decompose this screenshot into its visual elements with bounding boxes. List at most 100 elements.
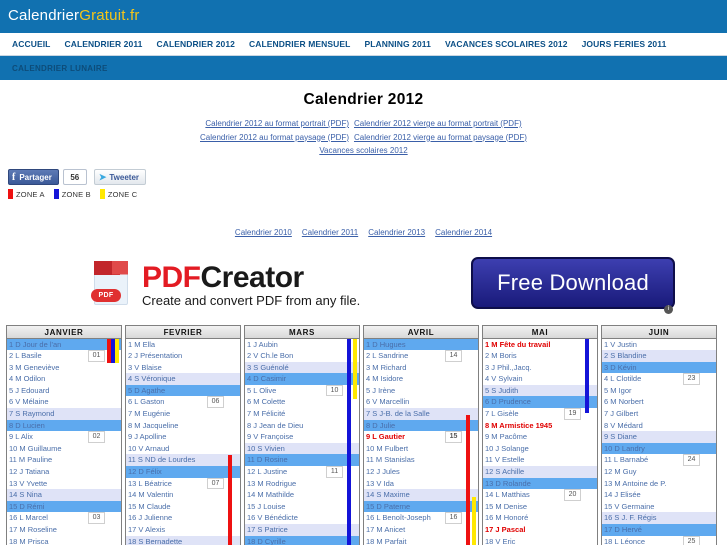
facebook-share-label: Partager (19, 172, 52, 182)
pdf-link-1[interactable]: Calendrier 2012 vierge au format portrai… (354, 119, 522, 128)
day-row: 12 S Achille (483, 466, 597, 478)
month-column-mars: MARS 1 J Aubin 2 V Ch.le Bon 3 S Guénolé 4 D… (244, 324, 360, 545)
day-row: 8 M Jacqueline (128, 420, 179, 430)
day-row: 3 M Geneviève (9, 362, 60, 372)
pdf-link-2[interactable]: Calendrier 2012 au format paysage (PDF) (200, 133, 349, 142)
year-link-1[interactable]: Calendrier 2011 (302, 228, 358, 237)
day-row: 1 V Justin (604, 339, 637, 349)
nav-item-4[interactable]: PLANNING 2011 (364, 39, 431, 49)
nav-item-1[interactable]: CALENDRIER 2011 (64, 39, 142, 49)
month-days: 1 J Aubin 2 V Ch.le Bon 3 S Guénolé 4 D Cas… (245, 338, 359, 545)
facebook-share-button[interactable]: f Partager (8, 169, 59, 185)
year-link-0[interactable]: Calendrier 2010 (235, 228, 292, 237)
day-row: 8 D Julie (364, 419, 478, 432)
twitter-bird-icon: ➤ (98, 171, 107, 182)
day-row: 11 S ND de Lourdes (126, 454, 240, 467)
month-column-fevrier: FEVRIER 1 M Ella 2 J Présentation 3 V Blais… (125, 324, 241, 545)
day-row: 15 D Rémi (7, 500, 121, 513)
advertisement-banner[interactable]: PDF PDFCreator Create and convert PDF fr… (0, 250, 727, 319)
day-row: 3 J Phil.,Jacq. (485, 362, 532, 372)
nav-item-0[interactable]: ACCUEIL (12, 39, 50, 49)
day-row: 6 V Marcellin (366, 397, 410, 407)
day-row: 6 L Gaston 06 (126, 396, 240, 409)
ad-subtitle: Create and convert PDF from any file. (142, 292, 361, 308)
day-row: 10 D Landry (602, 442, 716, 455)
day-row: 2 V Ch.le Bon (247, 351, 294, 361)
pdf-link-0[interactable]: Calendrier 2012 au format portrait (PDF) (205, 119, 349, 128)
nav-item-5[interactable]: VACANCES SCOLAIRES 2012 (445, 39, 568, 49)
ad-info-icon[interactable]: i (664, 304, 673, 314)
day-row: 17 V Alexis (128, 525, 166, 534)
day-row: 8 J Jean de Dieu (247, 420, 304, 430)
day-row: 14 M Valentin (128, 490, 174, 500)
site-logo[interactable]: CalendrierGratuit.fr (8, 7, 140, 24)
week-number: 01 (88, 350, 105, 362)
day-row: 4 M Odilon (9, 374, 46, 384)
ad-text-block: PDFCreator Create and convert PDF from a… (142, 262, 360, 308)
day-row: 9 J Apolline (128, 432, 167, 442)
day-row: 15 M Denise (485, 501, 528, 511)
day-row: 5 M Igor (604, 385, 632, 395)
week-number: 19 (564, 408, 581, 420)
day-row: 11 M Stanislas (366, 455, 415, 465)
week-number: 07 (207, 477, 224, 490)
day-row: 5 D Agathe (126, 384, 240, 397)
primary-navigation: ACCUEIL CALENDRIER 2011 CALENDRIER 2012 CAL… (0, 33, 727, 56)
month-column-janvier: JANVIER 1 D Jour de l'an 2 L Basile 01 3 M G… (6, 324, 122, 545)
day-row: 17 J Pascal (485, 525, 526, 534)
day-row: 5 J Edouard (9, 385, 50, 395)
nav-item-6[interactable]: JOURS FERIES 2011 (582, 39, 667, 49)
month-header: MARS (245, 325, 359, 339)
day-row: 1 D Jour de l'an (7, 338, 121, 351)
day-row: 18 S Bernadette (126, 535, 240, 545)
week-number: 03 (88, 512, 105, 524)
subnav-item-0[interactable]: CALENDRIER LUNAIRE (12, 64, 108, 73)
day-row: 9 V Françoise (247, 432, 294, 442)
page-title: Calendrier 2012 (303, 91, 424, 108)
day-row: 5 L Olive 10 (245, 384, 359, 397)
day-row: 4 L Clotilde 23 (602, 373, 716, 385)
day-row: 13 M Rodrigue (247, 478, 297, 488)
free-download-button[interactable]: Free Download (471, 256, 675, 309)
day-row: 14 J Elisée (604, 490, 641, 500)
day-row: 6 D Prudence (483, 396, 597, 409)
month-column-mai: MAI 1 M Fête du travail 2 M Boris 3 J Phil.… (482, 324, 598, 545)
nav-item-3[interactable]: CALENDRIER MENSUEL (249, 39, 350, 49)
day-row: 15 M Claude (128, 501, 171, 511)
day-row: 7 M Félicité (247, 409, 286, 419)
day-row: 14 M Mathilde (247, 490, 295, 500)
day-row: 16 M Honoré (485, 513, 529, 523)
zone-legend: ZONE A ZONE B ZONE C (0, 189, 727, 200)
day-row: 17 S Patrice (245, 524, 359, 536)
day-row: 3 D Kévin (602, 361, 716, 374)
week-number: 14 (445, 350, 462, 362)
zone-swatch-0 (8, 189, 13, 199)
day-row: 2 L Sandrine 14 (364, 350, 478, 362)
year-link-3[interactable]: Calendrier 2014 (435, 228, 492, 237)
day-row: 8 D Lucien (7, 419, 121, 432)
day-row: 7 M Eugénie (128, 409, 171, 419)
week-number: 25 (683, 535, 700, 545)
pdf-link-4[interactable]: Vacances scolaires 2012 (319, 146, 407, 155)
week-number: 23 (683, 373, 700, 385)
day-row: 12 L Justine 11 (245, 466, 359, 478)
nav-item-2[interactable]: CALENDRIER 2012 (157, 39, 236, 49)
pdf-link-3[interactable]: Calendrier 2012 vierge au format paysage… (354, 133, 527, 142)
ad-title-creator: Creator (200, 260, 305, 294)
zone-label-0: ZONE A (16, 189, 45, 199)
day-row: 4 D Casimir (245, 373, 359, 385)
pdf-link-line: Calendrier 2012 au format portrait (PDF)… (0, 116, 727, 130)
twitter-share-button[interactable]: ➤ Tweeter (93, 169, 146, 185)
month-days: 1 M Fête du travail 2 M Boris 3 J Phil.,Ja… (483, 338, 597, 545)
day-row: 10 V Arnaud (128, 443, 170, 453)
day-row: 4 S Véronique (126, 373, 240, 385)
zone-label-1: ZONE B (61, 189, 91, 199)
year-link-2[interactable]: Calendrier 2013 (368, 228, 425, 237)
ad-title: PDFCreator (142, 262, 360, 293)
day-row: 2 M Boris (485, 351, 517, 361)
day-row: 9 L Alix 02 (7, 431, 121, 443)
day-row: 4 M Isidore (366, 374, 404, 384)
month-header: MAI (483, 325, 597, 339)
day-row: 18 M Prisca (9, 536, 49, 545)
day-row: 7 S Raymond (7, 408, 121, 420)
